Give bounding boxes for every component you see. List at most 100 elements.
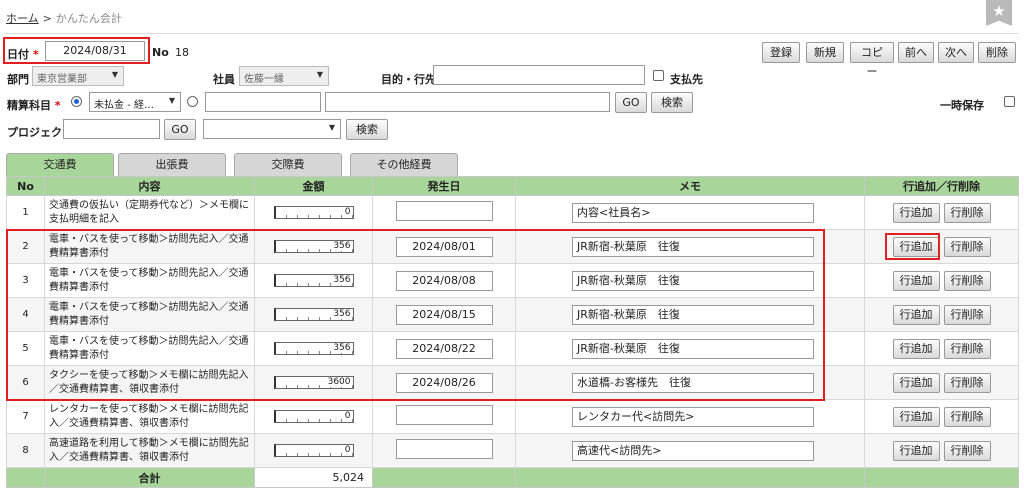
- memo-input[interactable]: JR新宿-秋葉原 往復: [572, 236, 814, 257]
- total-value: 5,024: [254, 467, 373, 488]
- date-label: 日付 *: [7, 48, 39, 61]
- add-row-button[interactable]: 行追加: [892, 202, 940, 223]
- account-select[interactable]: 未払金 - 経… ▼: [89, 92, 181, 112]
- account-search-button[interactable]: 検索: [651, 92, 693, 113]
- col-header-memo: メモ: [515, 176, 865, 196]
- row-no: 8: [6, 433, 45, 468]
- copy-button[interactable]: コピー: [850, 42, 894, 78]
- amount-input[interactable]: 356: [273, 308, 354, 321]
- tab-transport[interactable]: 交通費: [6, 153, 114, 176]
- hold-label: 一時保存: [940, 99, 984, 112]
- breadcrumb-current: かんたん会計: [55, 12, 122, 25]
- date-input[interactable]: [395, 201, 493, 221]
- amount-input[interactable]: 356: [273, 240, 354, 253]
- favorite-star-icon[interactable]: ★: [986, 0, 1012, 26]
- delete-row-button[interactable]: 行削除: [943, 202, 991, 223]
- date-input[interactable]: 2024/08/01: [395, 236, 493, 257]
- chevron-down-icon: ▼: [111, 70, 118, 79]
- memo-input[interactable]: JR新宿-秋葉原 往復: [572, 270, 814, 291]
- add-row-button[interactable]: 行追加: [892, 304, 940, 325]
- hold-checkbox[interactable]: [1004, 96, 1015, 107]
- chevron-down-icon: ▼: [316, 70, 323, 79]
- purpose-input[interactable]: [433, 65, 645, 85]
- memo-input[interactable]: 水道橋-お客様先 往復: [572, 372, 814, 393]
- memo-input[interactable]: JR新宿-秋葉原 往復: [572, 338, 814, 359]
- no-label: No: [152, 46, 169, 59]
- amount-input[interactable]: 0: [273, 410, 354, 423]
- payee-checkbox[interactable]: [653, 70, 664, 81]
- table-row: 4 電車・バスを使って移動＞訪問先記入／交通費精算書添付 356 2024/08/15…: [6, 297, 1019, 332]
- delete-row-button[interactable]: 行削除: [943, 236, 991, 257]
- delete-button[interactable]: 削除: [978, 42, 1016, 63]
- account-code-input[interactable]: [205, 92, 321, 112]
- tab-business-trip[interactable]: 出張費: [118, 153, 226, 176]
- account-label: 精算科目 *: [7, 99, 61, 112]
- col-header-amount: 金額: [254, 176, 373, 196]
- account-go-button[interactable]: GO: [615, 92, 647, 113]
- row-content: 電車・バスを使って移動＞訪問先記入／交通費精算書添付: [44, 263, 255, 298]
- project-search-button[interactable]: 検索: [346, 119, 388, 140]
- table-row: 8 高速道路を利用して移動＞メモ欄に訪問先記入／交通費精算書、領収書添付 0 高速代<…: [6, 433, 1019, 468]
- amount-input[interactable]: 3600: [273, 376, 354, 389]
- delete-row-button[interactable]: 行削除: [943, 338, 991, 359]
- table-row: 5 電車・バスを使って移動＞訪問先記入／交通費精算書添付 356 2024/08/22…: [6, 331, 1019, 366]
- amount-input[interactable]: 0: [273, 206, 354, 219]
- chevron-down-icon: ▼: [168, 96, 175, 105]
- project-select[interactable]: ▼: [203, 119, 341, 139]
- total-label: 合計: [44, 467, 255, 488]
- col-header-date: 発生日: [372, 176, 516, 196]
- row-content: 電車・バスを使って移動＞訪問先記入／交通費精算書添付: [44, 331, 255, 366]
- breadcrumb-home-link[interactable]: ホーム: [6, 12, 39, 25]
- row-content: レンタカーを使って移動＞メモ欄に訪問先記入／交通費精算書、領収書添付: [44, 399, 255, 434]
- add-row-button[interactable]: 行追加: [892, 440, 940, 461]
- date-input[interactable]: [395, 405, 493, 425]
- date-input[interactable]: 2024/08/22: [395, 338, 493, 359]
- memo-input[interactable]: JR新宿-秋葉原 往復: [572, 304, 814, 325]
- add-row-button[interactable]: 行追加: [892, 338, 940, 359]
- amount-input[interactable]: 0: [273, 444, 354, 457]
- prev-button[interactable]: 前へ: [898, 42, 934, 63]
- amount-input[interactable]: 356: [273, 342, 354, 355]
- employee-label: 社員: [213, 73, 235, 86]
- project-go-button[interactable]: GO: [164, 119, 196, 140]
- date-input[interactable]: 2024/08/15: [395, 304, 493, 325]
- date-input[interactable]: [395, 439, 493, 459]
- date-input[interactable]: 2024/08/26: [395, 372, 493, 393]
- date-input[interactable]: 2024/08/08: [395, 270, 493, 291]
- delete-row-button[interactable]: 行削除: [943, 440, 991, 461]
- add-row-button[interactable]: 行追加: [892, 236, 940, 257]
- register-button[interactable]: 登録: [762, 42, 800, 63]
- header-divider: [6, 33, 1018, 34]
- expense-table: No 内容 金額 発生日 メモ 行追加／行削除 1 交通費の仮払い（定期券代など）…: [6, 176, 1019, 488]
- memo-input[interactable]: 内容<社員名>: [572, 202, 814, 223]
- row-content: 交通費の仮払い（定期券代など）＞メモ欄に支払明細を記入: [44, 195, 255, 230]
- memo-input[interactable]: 高速代<訪問先>: [572, 440, 814, 461]
- project-input[interactable]: [63, 119, 160, 139]
- row-no: 4: [6, 297, 45, 332]
- delete-row-button[interactable]: 行削除: [943, 304, 991, 325]
- purpose-label: 目的・行先: [381, 73, 436, 86]
- date-input[interactable]: 2024/08/31: [45, 41, 145, 61]
- add-row-button[interactable]: 行追加: [892, 270, 940, 291]
- table-row: 6 タクシーを使って移動＞メモ欄に訪問先記入／交通費精算書、領収書添付 3600 20…: [6, 365, 1019, 400]
- add-row-button[interactable]: 行追加: [892, 372, 940, 393]
- row-content: タクシーを使って移動＞メモ欄に訪問先記入／交通費精算書、領収書添付: [44, 365, 255, 400]
- memo-input[interactable]: レンタカー代<訪問先>: [572, 406, 814, 427]
- account-name-input[interactable]: [325, 92, 610, 112]
- row-no: 5: [6, 331, 45, 366]
- account-radio-select[interactable]: [71, 96, 82, 107]
- table-row: 2 電車・バスを使って移動＞訪問先記入／交通費精算書添付 356 2024/08/01…: [6, 229, 1019, 264]
- amount-input[interactable]: 356: [273, 274, 354, 287]
- new-button[interactable]: 新規: [806, 42, 844, 63]
- delete-row-button[interactable]: 行削除: [943, 270, 991, 291]
- tab-other-expenses[interactable]: その他経費: [350, 153, 458, 176]
- tab-entertainment[interactable]: 交際費: [234, 153, 342, 176]
- dept-select[interactable]: 東京営業部 ▼: [32, 66, 124, 86]
- delete-row-button[interactable]: 行削除: [943, 406, 991, 427]
- delete-row-button[interactable]: 行削除: [943, 372, 991, 393]
- next-button[interactable]: 次へ: [938, 42, 974, 63]
- col-header-content: 内容: [44, 176, 255, 196]
- employee-select[interactable]: 佐藤一縁 ▼: [239, 66, 329, 86]
- add-row-button[interactable]: 行追加: [892, 406, 940, 427]
- account-radio-code[interactable]: [187, 96, 198, 107]
